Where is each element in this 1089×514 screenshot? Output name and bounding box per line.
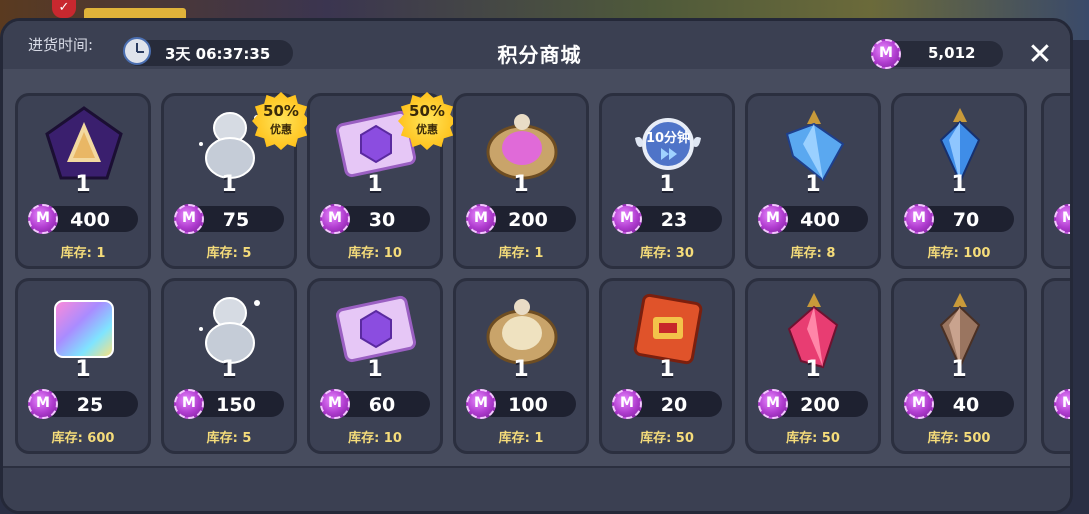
item-price: 200 — [800, 394, 840, 416]
shop-item-card[interactable]: 1 M 200 库存: 1 — [453, 93, 589, 269]
shop-item-card[interactable]: 1 M 400 库存: 8 — [745, 93, 881, 269]
partial-card[interactable]: M — [1041, 93, 1070, 269]
shop-item-card[interactable]: 1 M 20 库存: 50 — [599, 278, 735, 454]
item-quantity: 1 — [221, 172, 237, 197]
shop-item-card[interactable]: 1 M 75 库存: 5 50% 优惠 — [161, 92, 310, 269]
item-price: 400 — [70, 209, 110, 231]
partial-card[interactable]: M — [1041, 278, 1070, 454]
item-stock: 库存: 600 — [51, 431, 115, 446]
shop-header: 进货时间: 3天 06:37:35 积分商城 M 5,012 ✕ — [3, 21, 1070, 70]
item-quantity: 1 — [951, 172, 967, 197]
item-price: 30 — [368, 209, 396, 231]
item-stock: 库存: 1 — [498, 431, 544, 446]
item-stock: 库存: 1 — [60, 246, 106, 261]
item-price: 40 — [952, 394, 980, 416]
footer-strip — [3, 466, 1070, 511]
item-stock: 库存: 50 — [640, 431, 694, 446]
shop-item-card[interactable]: 1 M 70 库存: 100 — [891, 93, 1027, 269]
item-stock: 库存: 50 — [786, 431, 840, 446]
item-stock: 库存: 5 — [206, 431, 252, 446]
item-quantity: 1 — [805, 172, 821, 197]
item-quantity: 1 — [367, 172, 383, 197]
item-price: 20 — [660, 394, 688, 416]
shop-item-card[interactable]: 1 M 40 库存: 500 — [891, 278, 1027, 454]
item-stock: 库存: 100 — [927, 246, 991, 261]
item-price: 70 — [952, 209, 980, 231]
discount-percent: 50% — [409, 102, 445, 120]
item-price: 400 — [800, 209, 840, 231]
close-button[interactable]: ✕ — [1025, 40, 1055, 70]
discount-label: 优惠 — [416, 123, 438, 136]
item-price: 75 — [222, 209, 250, 231]
item-stock: 库存: 5 — [206, 246, 252, 261]
item-stock: 库存: 1 — [498, 246, 544, 261]
shop-panel: 进货时间: 3天 06:37:35 积分商城 M 5,012 ✕ 1 M 400 库存… — [0, 18, 1073, 514]
item-quantity: 1 — [659, 172, 675, 197]
item-quantity: 1 — [659, 357, 675, 382]
item-quantity: 1 — [221, 357, 237, 382]
m-coin-icon: M — [1054, 204, 1070, 234]
item-price: 100 — [508, 394, 548, 416]
svg-text:10分钟: 10分钟 — [646, 130, 690, 146]
item-stock: 库存: 500 — [927, 431, 991, 446]
shop-item-card[interactable]: 1 M 60 库存: 10 — [307, 278, 443, 454]
item-quantity: 1 — [805, 357, 821, 382]
check-badge-icon: ✓ — [52, 0, 76, 18]
item-price: 60 — [368, 394, 396, 416]
item-quantity: 1 — [75, 172, 91, 197]
item-quantity: 1 — [513, 172, 529, 197]
shop-item-card[interactable]: 1 M 25 库存: 600 — [15, 278, 151, 454]
item-price: 25 — [76, 394, 104, 416]
shop-item-card[interactable]: 1 M 100 库存: 1 — [453, 278, 589, 454]
item-stock: 库存: 30 — [640, 246, 694, 261]
item-stock: 库存: 8 — [790, 246, 836, 261]
shop-item-card[interactable]: 1 M 400 库存: 1 — [15, 93, 151, 269]
shop-item-card[interactable]: 1 M 200 库存: 50 — [745, 278, 881, 454]
item-quantity: 1 — [367, 357, 383, 382]
item-price: 23 — [660, 209, 688, 231]
item-quantity: 1 — [513, 357, 529, 382]
shop-item-card[interactable]: 1 M 30 库存: 10 50% 优惠 — [307, 92, 456, 269]
m-coin-icon: M — [1054, 389, 1070, 419]
item-price: 200 — [508, 209, 548, 231]
discount-percent: 50% — [263, 102, 299, 120]
item-price: 150 — [216, 394, 256, 416]
item-stock: 库存: 10 — [348, 246, 402, 261]
item-quantity: 1 — [951, 357, 967, 382]
item-quantity: 1 — [75, 357, 91, 382]
shop-item-card[interactable]: 10分钟 1 M 23 库存: 30 — [599, 93, 735, 269]
shop-item-card[interactable]: 1 M 150 库存: 5 — [161, 278, 297, 454]
m-coin-icon: M — [871, 39, 901, 69]
item-stock: 库存: 10 — [348, 431, 402, 446]
discount-label: 优惠 — [270, 123, 292, 136]
currency-amount: 5,012 — [928, 44, 976, 62]
